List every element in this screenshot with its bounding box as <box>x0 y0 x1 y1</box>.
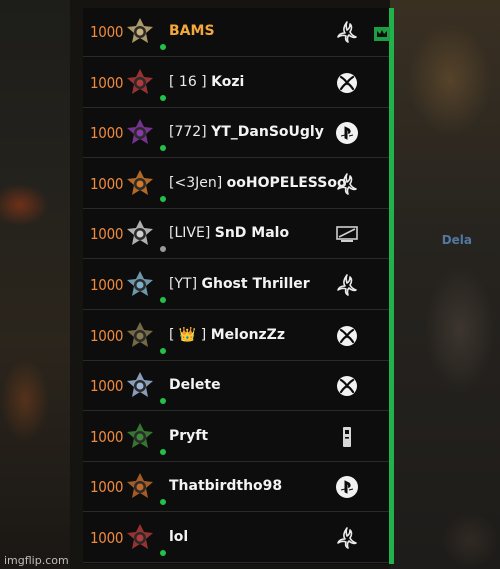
player-row[interactable]: 1000 BAMS <box>83 8 389 57</box>
player-score: 1000 <box>90 276 124 294</box>
player-score: 1000 <box>90 529 124 547</box>
player-emblem-icon <box>127 524 153 549</box>
battlenet-icon <box>335 172 359 196</box>
xbox-icon <box>335 71 359 95</box>
player-emblem-icon <box>127 321 153 347</box>
player-name[interactable]: Thatbirdtho98 <box>169 478 282 494</box>
clan-tag: [772] <box>169 124 212 141</box>
player-row[interactable]: 1000 [ 👑 ] MelonzZz <box>83 312 389 361</box>
gamertag: SnD Malo <box>214 225 290 242</box>
clan-tag: [YT] <box>169 276 202 292</box>
xbox-icon <box>335 324 359 348</box>
player-name[interactable]: [<3Jen] ooHOPELESSoo <box>169 175 347 191</box>
player-score: 1000 <box>90 73 124 92</box>
player-emblem-icon <box>127 422 153 448</box>
playstation-icon <box>335 475 359 499</box>
clan-tag: [ 👑 ] <box>169 326 211 343</box>
player-name[interactable]: BAMS <box>169 23 215 39</box>
player-name[interactable]: [LIVE] SnD Malo <box>169 225 289 241</box>
player-score: 1000 <box>90 124 124 143</box>
online-status-icon <box>160 94 166 101</box>
scrollbar[interactable] <box>389 8 394 564</box>
gamertag: Ghost Thriller <box>201 276 310 292</box>
player-name[interactable]: [YT] Ghost Thriller <box>169 276 310 292</box>
player-emblem-icon <box>127 220 153 246</box>
player-score: 1000 <box>90 23 124 41</box>
player-row[interactable]: 1000 Delete <box>83 362 389 412</box>
gamertag: Pryft <box>169 427 209 444</box>
player-score: 1000 <box>90 478 124 497</box>
battlenet-icon <box>335 20 359 44</box>
player-score: 1000 <box>90 377 124 396</box>
background-right <box>390 0 500 569</box>
player-name[interactable]: Delete <box>169 377 221 393</box>
online-status-icon <box>160 145 166 152</box>
gamertag: Delete <box>169 377 221 394</box>
player-row[interactable]: 1000 [YT] Ghost Thriller <box>83 261 389 310</box>
player-row[interactable]: 1000 [LIVE] SnD Malo <box>83 210 389 260</box>
player-emblem-icon <box>127 68 153 94</box>
player-row[interactable]: 1000 [ 16 ] Kozi <box>83 59 389 108</box>
player-score: 1000 <box>90 427 124 446</box>
player-score: 1000 <box>90 326 124 345</box>
online-status-icon <box>160 297 166 303</box>
battlenet-icon <box>335 273 359 297</box>
xbox-icon <box>335 374 359 398</box>
player-emblem-icon <box>127 271 153 296</box>
clan-tag: [<3Jen] <box>169 174 227 191</box>
online-status-icon <box>160 398 166 405</box>
player-name[interactable]: lol <box>169 529 188 545</box>
player-emblem-icon <box>127 119 153 145</box>
background-player-chip: Dela <box>441 233 472 247</box>
gamertag: ooHOPELESSoo <box>226 174 347 191</box>
player-emblem-icon <box>127 473 153 499</box>
pc-icon <box>335 222 359 246</box>
player-name[interactable]: [ 👑 ] MelonzZz <box>169 327 285 343</box>
online-status-icon <box>160 550 166 556</box>
player-row[interactable]: 1000 lol <box>83 514 389 563</box>
gamertag: Kozi <box>211 73 245 90</box>
online-status-icon <box>160 44 166 50</box>
gamertag: lol <box>169 529 189 545</box>
player-row[interactable]: 1000 [<3Jen] ooHOPELESSoo <box>83 160 389 209</box>
player-emblem-icon <box>127 18 153 43</box>
player-emblem-icon <box>127 372 153 398</box>
clan-tag: [ 16 ] <box>169 73 212 90</box>
imgflip-watermark: imgflip.com <box>4 554 69 567</box>
gamertag: MelonzZz <box>210 326 285 343</box>
player-row[interactable]: 1000 [772] YT_DanSoUgly <box>83 109 389 159</box>
player-row[interactable]: 1000 Thatbirdtho98 <box>83 463 389 513</box>
player-score: 1000 <box>90 225 124 244</box>
online-status-icon <box>160 448 166 455</box>
player-name[interactable]: Pryft <box>169 428 208 444</box>
online-status-icon <box>160 195 166 202</box>
gamertag: YT_DanSoUgly <box>211 124 324 141</box>
background-left <box>0 0 70 569</box>
clan-tag: [LIVE] <box>169 225 215 242</box>
playstation-icon <box>335 121 359 145</box>
player-row[interactable]: 1000 Pryft <box>83 413 389 462</box>
gamertag: Thatbirdtho98 <box>169 478 283 495</box>
remote-icon <box>335 425 359 449</box>
online-status-icon <box>160 347 166 354</box>
online-status-icon <box>160 246 166 253</box>
online-status-icon <box>160 499 166 506</box>
gamertag: BAMS <box>169 23 215 39</box>
player-emblem-icon <box>127 169 153 195</box>
player-name[interactable]: [772] YT_DanSoUgly <box>169 124 324 140</box>
player-name[interactable]: [ 16 ] Kozi <box>169 74 244 90</box>
battlenet-icon <box>335 526 359 550</box>
player-score: 1000 <box>90 174 124 193</box>
